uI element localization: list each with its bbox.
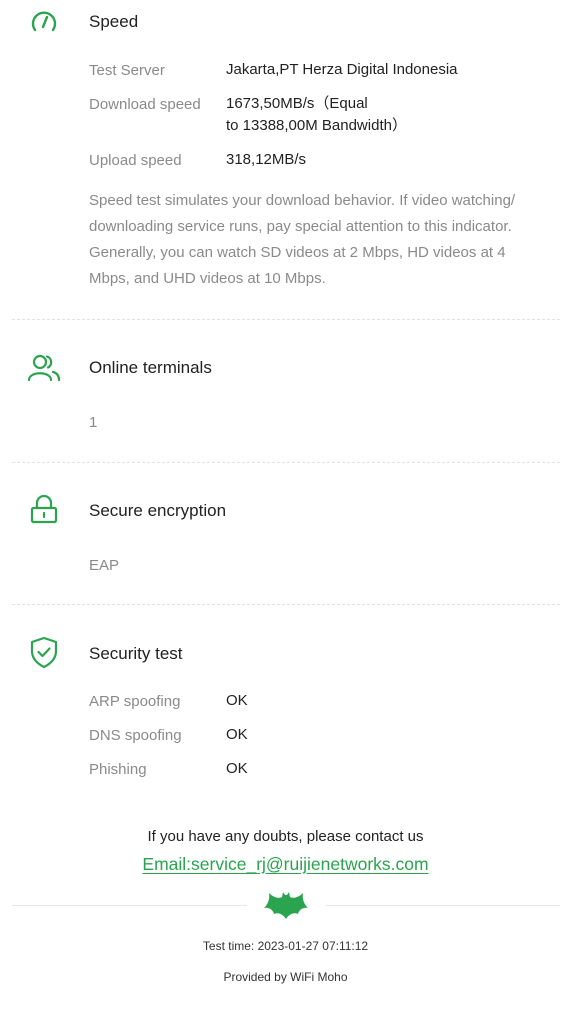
divider [12, 462, 560, 463]
speed-description: Speed test simulates your download behav… [89, 192, 516, 287]
test-server-label: Test Server [89, 62, 165, 79]
footer-divider-right [326, 905, 560, 906]
speedometer-icon [31, 11, 57, 32]
divider [12, 604, 560, 605]
dns-spoofing-label: DNS spoofing [89, 727, 182, 744]
users-icon [27, 354, 61, 382]
dns-spoofing-value: OK [226, 726, 248, 743]
upload-speed-label: Upload speed [89, 152, 182, 169]
arp-spoofing-value: OK [226, 692, 248, 709]
divider [12, 319, 560, 320]
shield-check-icon [30, 636, 58, 669]
phishing-label: Phishing [89, 761, 147, 778]
phishing-value: OK [226, 760, 248, 777]
encryption-title: Secure encryption [89, 501, 227, 520]
footer-divider-left [12, 905, 247, 906]
contact-text: If you have any doubts, please contact u… [147, 828, 424, 845]
bat-logo-icon [264, 892, 308, 919]
upload-speed-value: 318,12MB/s [226, 151, 307, 168]
test-time: Test time: 2023-01-27 07:11:12 [202, 939, 369, 953]
download-speed-value: 1673,50MB/s（Equal to 13388,00M Bandwidth… [226, 93, 407, 137]
speed-title: Speed [89, 12, 139, 31]
provided-by: Provided by WiFi Moho [223, 970, 348, 984]
arp-spoofing-label: ARP spoofing [89, 693, 181, 710]
download-speed-label: Download speed [89, 96, 201, 113]
terminals-count: 1 [89, 414, 98, 431]
terminals-title: Online terminals [89, 358, 212, 377]
encryption-value: EAP [89, 557, 120, 574]
test-server-value: Jakarta,PT Herza Digital Indonesia [226, 61, 458, 78]
contact-email-wrap: Email:service_rj@ruijienetworks.com [0, 854, 571, 875]
lock-icon [30, 494, 58, 524]
download-speed-value-line2: to 13388,00M Bandwidth） [226, 117, 407, 134]
contact-email-link[interactable]: Email:service_rj@ruijienetworks.com [142, 854, 428, 874]
security-title: Security test [89, 644, 183, 663]
download-speed-value-line1: 1673,50MB/s（Equal [226, 95, 368, 112]
